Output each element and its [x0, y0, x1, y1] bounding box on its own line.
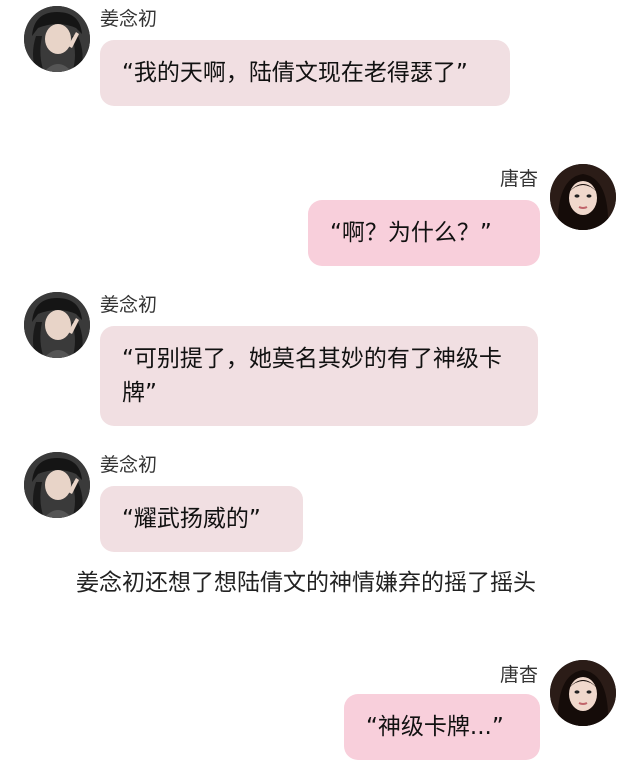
narration-text: 姜念初还想了想陆倩文的神情嫌弃的摇了摇头 [76, 570, 536, 596]
woman-avatar-icon [24, 292, 90, 358]
woman-avatar-icon [24, 6, 90, 72]
woman-avatar-icon [550, 164, 616, 230]
sender-avatar[interactable] [550, 164, 616, 230]
message-bubble[interactable]: “啊？为什么？” [308, 200, 540, 266]
sender-avatar[interactable] [24, 452, 90, 518]
sender-avatar[interactable] [24, 292, 90, 358]
sender-avatar[interactable] [24, 6, 90, 72]
woman-avatar-icon [550, 660, 616, 726]
message-bubble[interactable]: “我的天啊，陆倩文现在老得瑟了” [100, 40, 510, 106]
message-bubble[interactable]: “神级卡牌...” [344, 694, 540, 760]
sender-name: 唐杳 [499, 664, 538, 686]
sender-avatar[interactable] [550, 660, 616, 726]
message-bubble[interactable]: “可别提了，她莫名其妙的有了神级卡牌” [100, 326, 538, 426]
sender-name: 唐杳 [499, 168, 538, 190]
woman-avatar-icon [24, 452, 90, 518]
sender-name: 姜念初 [100, 454, 158, 476]
message-bubble[interactable]: “耀武扬威的” [100, 486, 303, 552]
sender-name: 姜念初 [100, 294, 158, 316]
sender-name: 姜念初 [100, 8, 158, 30]
